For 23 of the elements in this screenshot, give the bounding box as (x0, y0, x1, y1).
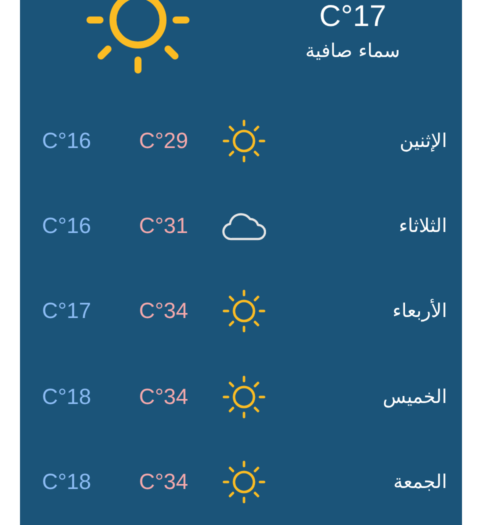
high-temperature: C°31 (139, 212, 190, 239)
sun-icon (222, 289, 266, 334)
low-temperature: C°16 (42, 212, 92, 239)
cloud-icon (222, 210, 266, 241)
current-condition: سماء صافية (305, 39, 400, 64)
high-temperature: C°34 (139, 384, 190, 410)
high-temperature: C°29 (139, 128, 190, 154)
low-temperature: C°18 (42, 469, 92, 496)
day-name: الأربعاء (392, 300, 447, 322)
sun-icon (222, 118, 266, 162)
day-name: الإثنين (398, 130, 447, 152)
current-temperature: C°17 (319, 0, 386, 34)
high-temperature: C°34 (139, 298, 190, 324)
sun-icon (85, 0, 191, 74)
low-temperature: C°17 (42, 298, 92, 324)
day-name: الثلاثاء (398, 214, 447, 237)
low-temperature: C°16 (42, 128, 92, 154)
sun-icon (222, 374, 266, 419)
day-name: الجمعة (392, 471, 447, 494)
low-temperature: C°18 (42, 384, 92, 410)
high-temperature: C°34 (139, 469, 190, 496)
day-name: الخميس (382, 386, 447, 408)
sun-icon (222, 460, 266, 504)
